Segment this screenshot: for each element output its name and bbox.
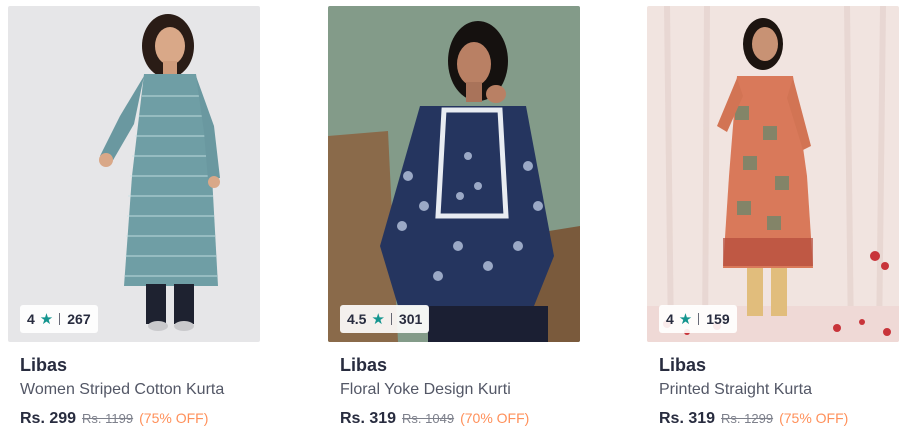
price-row: Rs. 319 Rs. 1299 (75% OFF) xyxy=(659,410,848,428)
rating-value: 4 xyxy=(666,311,674,327)
rating-value: 4 xyxy=(27,311,35,327)
rating-count: 159 xyxy=(706,311,730,327)
product-discount: (75% OFF) xyxy=(779,410,849,426)
rating-badge: 4 ★ 267 xyxy=(20,305,98,333)
product-mrp: Rs. 1299 xyxy=(721,411,774,426)
product-price: Rs. 319 xyxy=(340,410,397,427)
rating-badge: 4 ★ 159 xyxy=(659,305,737,333)
star-icon: ★ xyxy=(678,310,693,328)
star-icon: ★ xyxy=(39,310,54,328)
product-card[interactable]: 4.5 ★ 301 Libas Floral Yoke Design Kurti… xyxy=(328,6,580,436)
product-title[interactable]: Women Striped Cotton Kurta xyxy=(20,381,224,399)
rating-count: 301 xyxy=(398,311,423,327)
rating-divider xyxy=(698,313,700,325)
rating-divider xyxy=(390,313,392,325)
product-image[interactable]: 4 ★ 159 xyxy=(647,6,899,342)
product-grid: 4 ★ 267 Libas Women Striped Cotton Kurta… xyxy=(0,0,921,443)
product-discount: (75% OFF) xyxy=(139,410,209,426)
product-photo-printed-kurta xyxy=(647,6,899,342)
product-card[interactable]: 4 ★ 159 Libas Printed Straight Kurta Rs.… xyxy=(647,6,899,436)
product-brand: Libas xyxy=(20,355,68,375)
rating-value: 4.5 xyxy=(347,311,367,327)
product-mrp: Rs. 1049 xyxy=(402,411,455,426)
rating-badge: 4.5 ★ 301 xyxy=(340,305,430,333)
rating-divider xyxy=(59,313,61,325)
product-card[interactable]: 4 ★ 267 Libas Women Striped Cotton Kurta… xyxy=(8,6,260,436)
price-row: Rs. 299 Rs. 1199 (75% OFF) xyxy=(20,410,208,428)
product-brand: Libas xyxy=(659,355,707,375)
product-price: Rs. 299 xyxy=(20,410,77,427)
product-price: Rs. 319 xyxy=(659,410,716,427)
product-brand: Libas xyxy=(340,355,388,375)
product-image[interactable]: 4.5 ★ 301 xyxy=(328,6,580,342)
product-discount: (70% OFF) xyxy=(460,410,530,426)
rating-count: 267 xyxy=(67,311,91,327)
product-image[interactable]: 4 ★ 267 xyxy=(8,6,260,342)
product-photo-floral-kurti xyxy=(328,6,580,342)
star-icon: ★ xyxy=(371,310,385,328)
product-title[interactable]: Floral Yoke Design Kurti xyxy=(340,381,511,399)
price-row: Rs. 319 Rs. 1049 (70% OFF) xyxy=(340,410,529,428)
product-mrp: Rs. 1199 xyxy=(82,411,134,426)
product-title[interactable]: Printed Straight Kurta xyxy=(659,381,812,399)
product-photo-striped-kurta xyxy=(8,6,260,342)
